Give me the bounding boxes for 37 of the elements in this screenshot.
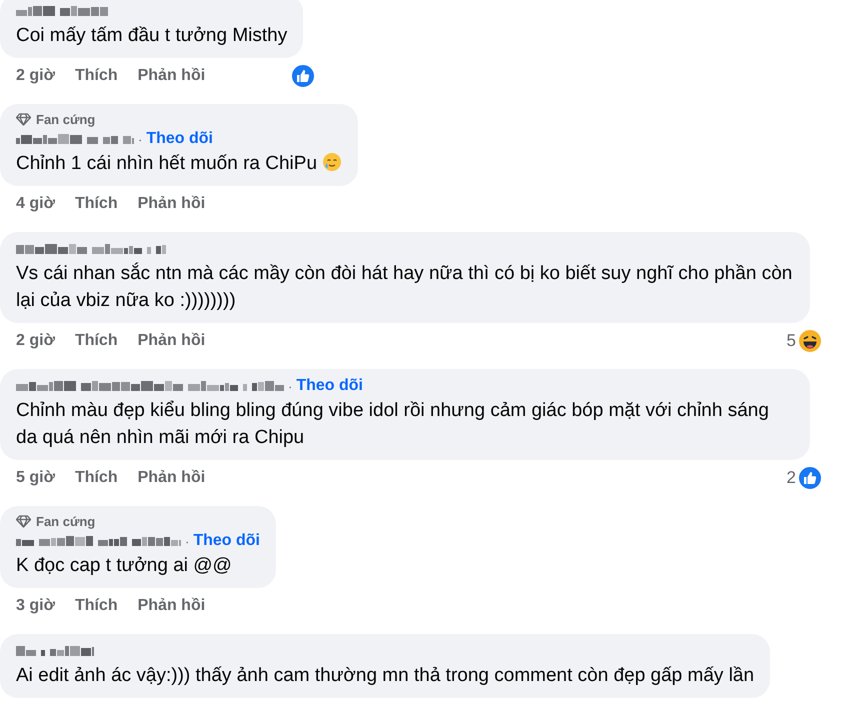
like-link[interactable]: Thích [74,469,118,487]
comment-text: Vs cái nhan sắc ntn mà các mầy còn đòi hát hay nữa thì có bị ko biết suy nghĩ cho phần còn lại của vbiz nữa ko :)))))))) [16,262,794,313]
comment-text: Chỉnh màu đẹp kiểu bling bling đúng vibe idol rồi nhưng cảm giác bóp mặt với chỉnh sáng da quá nên nhìn mãi mới ra Chipu [16,399,770,450]
like-link[interactable]: Thích [74,67,118,85]
separator-dot: · [138,132,142,146]
comment-time: 2 giờ [16,332,55,350]
comment-time: 4 giờ [16,195,55,213]
reaction-count: 2 [786,468,796,488]
reply-link[interactable]: Phản hồi [138,67,206,85]
laughing-face-icon [798,329,822,353]
comment-text: Chỉnh 1 cái nhìn hết muốn ra ChiPu [16,150,342,177]
like-link[interactable]: Thích [74,332,118,350]
separator-dot: · [185,534,190,548]
reply-link[interactable]: Phản hồi [138,332,206,350]
follow-link[interactable]: Theo dõi [146,130,213,148]
reply-link[interactable]: Phản hồi [138,469,206,487]
teary-smile-icon [322,152,342,172]
follow-link[interactable]: Theo dõi [296,377,363,395]
diamond-icon [16,113,31,126]
fan-label: Fan cứng [36,514,96,529]
reply-link[interactable]: Phản hồi [138,597,206,615]
follow-link[interactable]: Theo dõi [193,532,260,550]
diamond-icon [16,515,31,528]
thumbs-up-icon [291,64,316,88]
like-link[interactable]: Thích [74,597,118,615]
comment-time: 5 giờ [16,469,55,487]
like-link[interactable]: Thích [74,195,118,213]
comment-text: K đọc cap t tưởng ai @@ [16,554,233,578]
separator-dot: · [288,378,292,394]
comment-text: Ai edit ảnh ác vậy:))) thấy ảnh cam thường mn thả trong comment còn đẹp gấp mấy lần [16,664,754,688]
fan-label: Fan cứng [36,112,96,127]
comment-time: 2 giờ [16,67,55,85]
comment-text: Coi mấy tấm đầu t tưởng Misthy [16,24,288,48]
thumbs-up-icon [798,466,822,490]
reply-link[interactable]: Phản hồi [138,195,206,213]
reaction-count: 5 [786,331,796,351]
comment-time: 3 giờ [16,597,55,615]
